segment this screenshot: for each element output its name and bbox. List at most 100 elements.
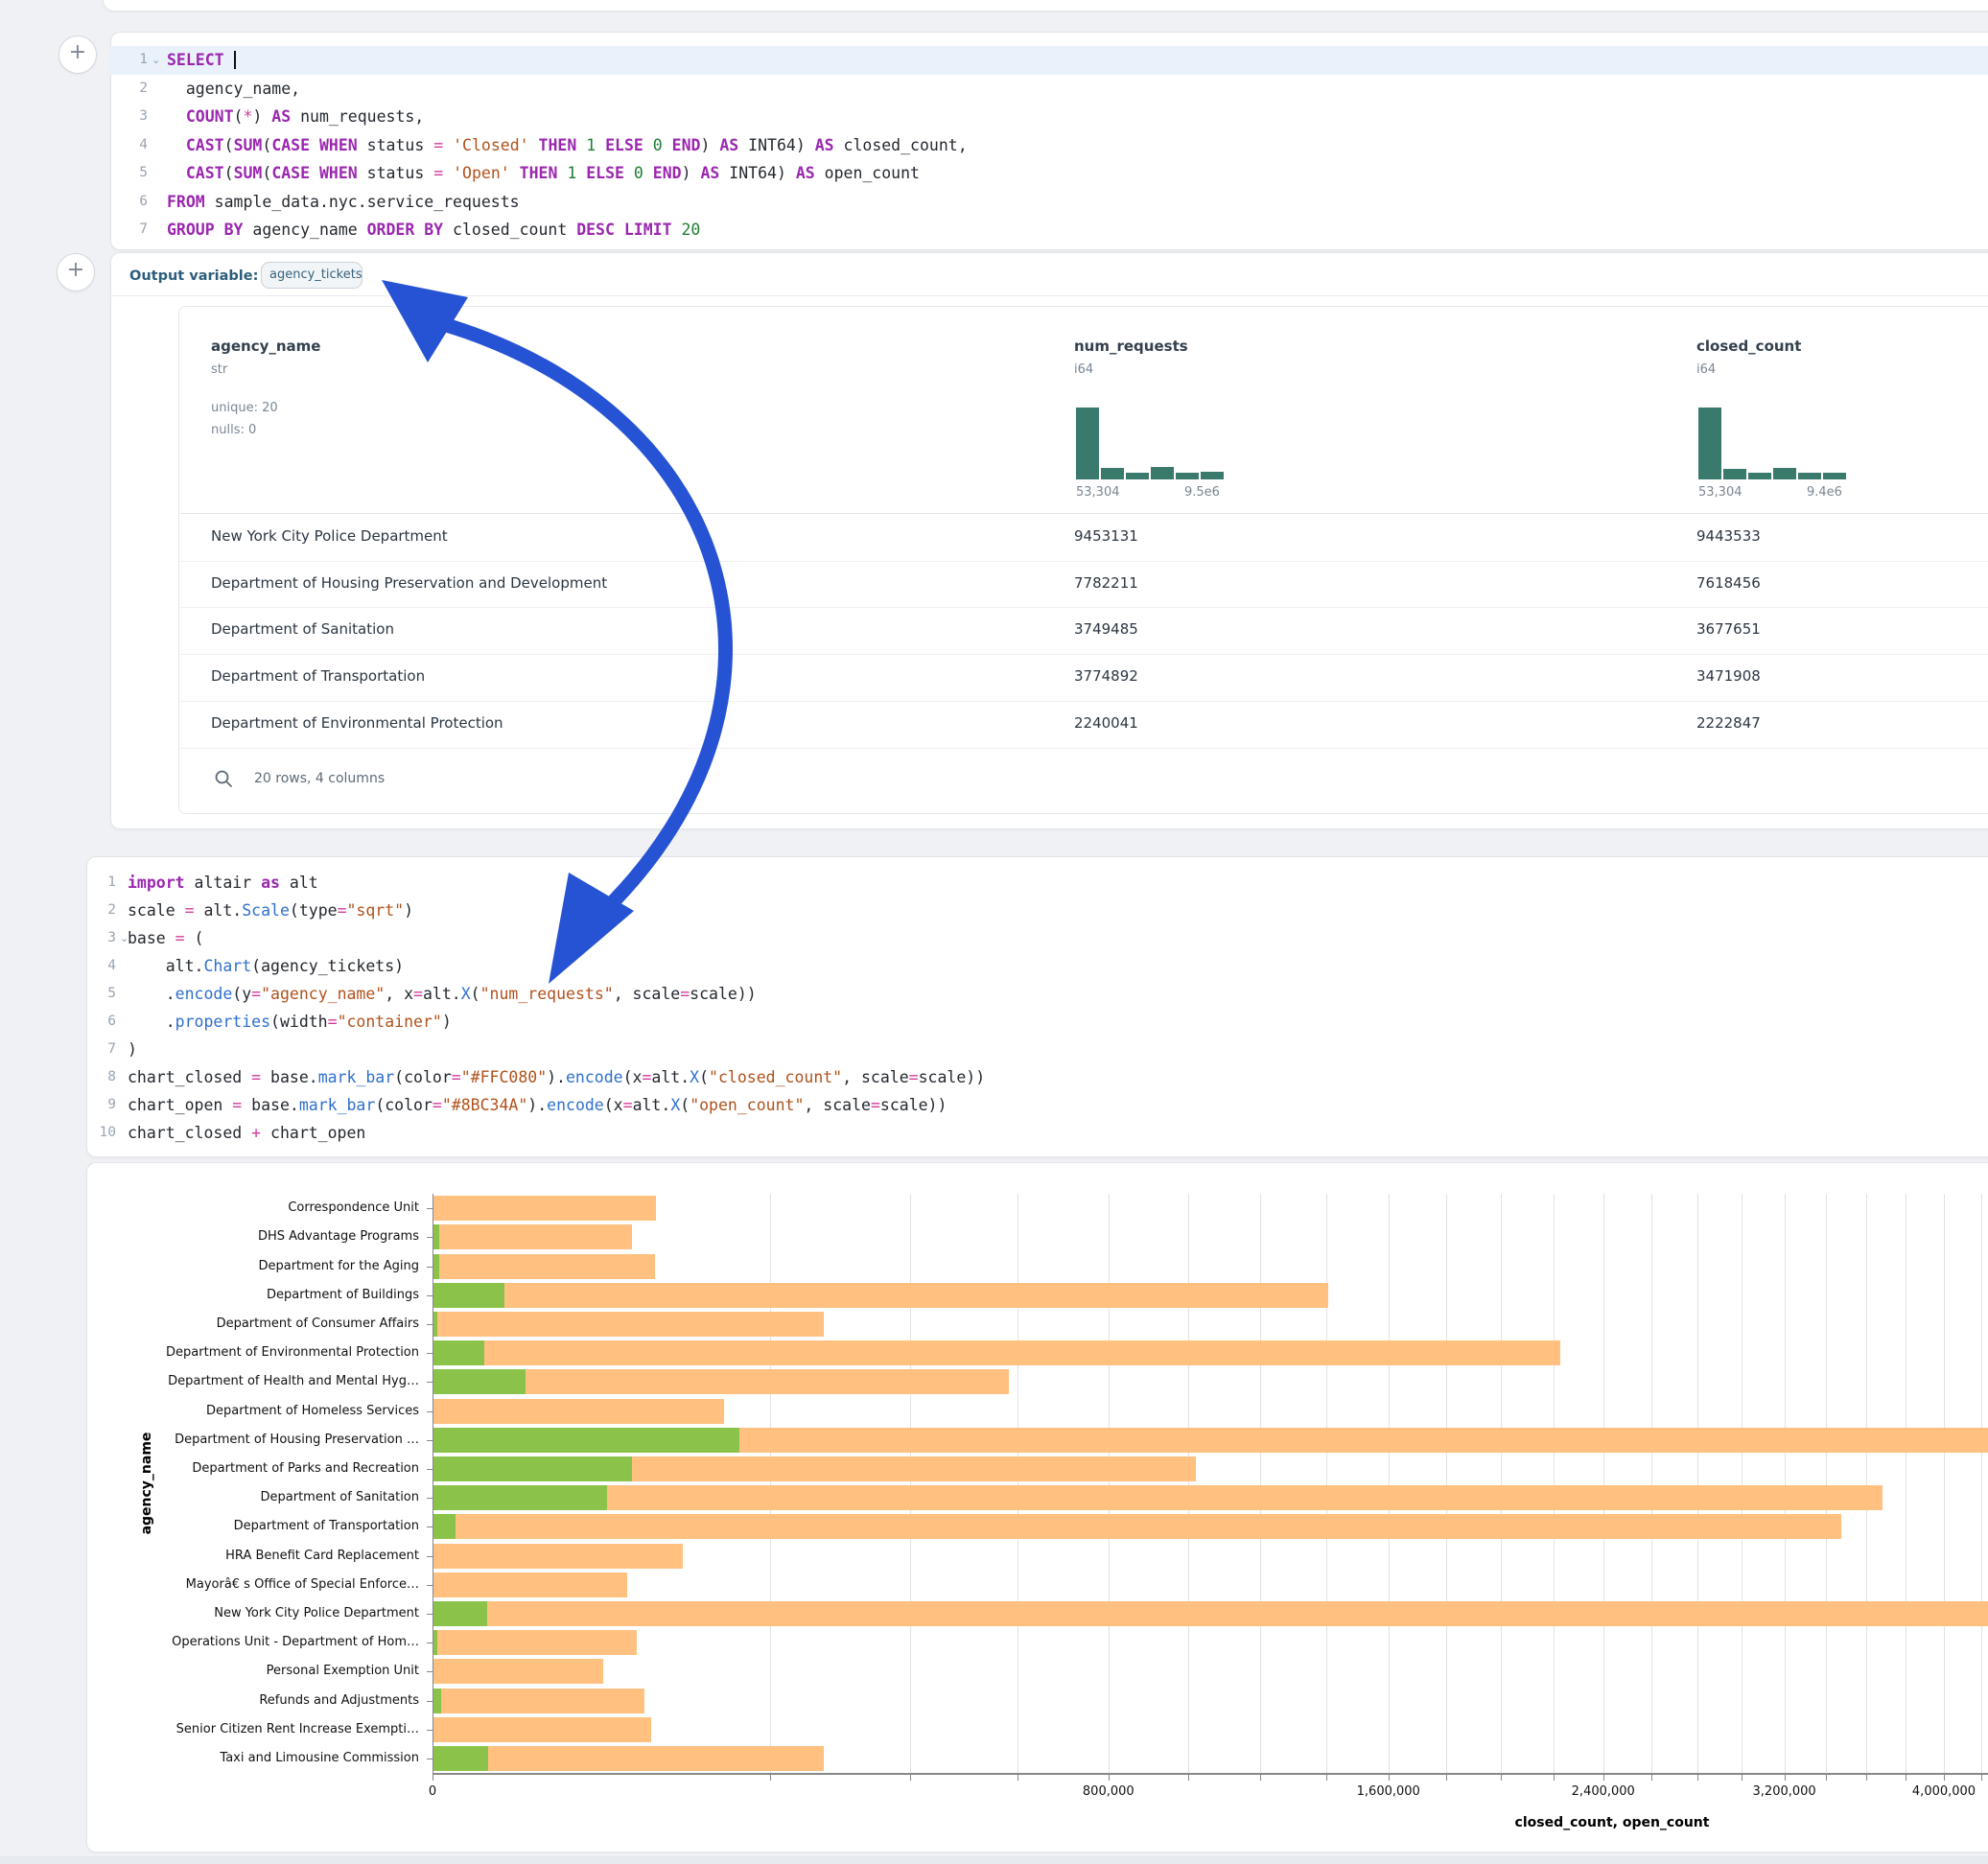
code-line: chart_closed = base.mark_bar(color="#FFC… [128, 1063, 1988, 1092]
x-tick [1866, 1775, 1867, 1781]
x-tick [1554, 1775, 1555, 1781]
y-axis-label: Department of Sanitation [261, 1490, 420, 1504]
add-cell-button-output[interactable]: + [57, 253, 95, 291]
y-tick [427, 1526, 433, 1527]
row-divider [180, 607, 1988, 608]
line-number: 5 [93, 980, 116, 1009]
code-line: FROM sample_data.nyc.service_requests [167, 188, 1988, 217]
column-meta: unique: 20 [211, 401, 278, 415]
y-axis-label: Refunds and Adjustments [259, 1693, 419, 1708]
bar-open-count [433, 1630, 437, 1655]
y-axis-label: Department of Buildings [267, 1288, 419, 1302]
code-line: GROUP BY agency_name ORDER BY closed_cou… [167, 216, 1988, 245]
python-cell[interactable]: 1import altair as alt2scale = alt.Scale(… [86, 856, 1988, 1157]
x-tick [1017, 1775, 1018, 1781]
bar-open-count [433, 1369, 526, 1394]
sql-editor[interactable]: 1⌄SELECT 2 agency_name,3 COUNT(*) AS num… [111, 44, 1988, 245]
y-tick [427, 1614, 433, 1615]
table-cell: 3471908 [1696, 667, 1761, 685]
histogram-bar [1126, 473, 1149, 479]
x-tick-label: 0 [429, 1784, 436, 1799]
code-line: chart_closed + chart_open [128, 1119, 1988, 1148]
gridline [1826, 1194, 1827, 1773]
y-tick [427, 1295, 433, 1296]
x-tick [1944, 1775, 1945, 1781]
histogram-bar [1723, 469, 1746, 479]
x-tick [1260, 1775, 1261, 1781]
y-axis-label: Department of Transportation [234, 1519, 419, 1533]
altair-chart[interactable]: Correspondence UnitDHS Advantage Program… [87, 1163, 1988, 1852]
column-header[interactable]: num_requests [1074, 338, 1188, 355]
y-axis-label: Department of Homeless Services [206, 1404, 419, 1418]
bar-closed-count [433, 1399, 724, 1424]
table-cell: 2222847 [1696, 714, 1761, 732]
gridline [1866, 1194, 1867, 1773]
x-axis-line [433, 1773, 1988, 1775]
y-tick [427, 1469, 433, 1470]
next-cell-edge [0, 1856, 1988, 1864]
row-divider [180, 748, 1988, 749]
text-cursor [234, 51, 236, 69]
code-line: SELECT [167, 46, 1988, 75]
row-divider [180, 701, 1988, 702]
gridline [1603, 1194, 1604, 1773]
gridline [1017, 1194, 1018, 1773]
gridline [1981, 1194, 1982, 1773]
histogram-bar [1176, 473, 1199, 479]
gridline [1501, 1194, 1502, 1773]
bar-closed-count [433, 1196, 656, 1221]
x-tick [1446, 1775, 1447, 1781]
histogram-bar [1748, 473, 1771, 479]
y-axis-label: Mayorâ€ s Office of Special Enforce… [186, 1577, 419, 1592]
column-type: i64 [1074, 362, 1093, 377]
histogram-bar [1698, 408, 1721, 479]
bar-closed-count [433, 1746, 824, 1771]
output-bar-divider [111, 295, 1988, 296]
x-tick [1651, 1775, 1652, 1781]
x-tick [1109, 1775, 1110, 1781]
histogram-bar [1076, 408, 1099, 479]
table-cell: 7782211 [1074, 574, 1138, 592]
hist-max-label: 9.5e6 [1184, 485, 1220, 500]
code-line: scale = alt.Scale(type="sqrt") [128, 897, 1988, 925]
x-tick [770, 1775, 771, 1781]
y-axis-label: Department of Housing Preservation … [175, 1433, 419, 1447]
row-divider [180, 654, 1988, 655]
line-number: 7 [93, 1036, 116, 1064]
table-search-icon[interactable] [214, 769, 233, 788]
gridline [910, 1194, 911, 1773]
gridline [770, 1194, 771, 1773]
gridline [1109, 1194, 1110, 1773]
sql-cell[interactable]: 1⌄SELECT 2 agency_name,3 COUNT(*) AS num… [110, 32, 1988, 250]
result-table[interactable]: agency_namestrunique: 20nulls: 0num_requ… [178, 306, 1988, 814]
column-header[interactable]: agency_name [211, 338, 321, 355]
fold-caret-icon[interactable]: ⌄ [152, 46, 160, 75]
python-editor[interactable]: 1import altair as alt2scale = alt.Scale(… [87, 867, 1988, 1151]
table-cell: Department of Transportation [211, 667, 425, 685]
bar-open-count [433, 1312, 437, 1337]
add-cell-button-top[interactable]: + [58, 35, 97, 74]
x-tick-label: 4,000,000 [1912, 1784, 1976, 1799]
code-line: ) [128, 1036, 1988, 1064]
bar-closed-count [433, 1254, 655, 1279]
output-variable-pill[interactable]: agency_tickets [261, 262, 363, 289]
code-line: import altair as alt [128, 869, 1988, 897]
y-axis-title: agency_name [139, 1433, 154, 1535]
table-cell: 9443533 [1696, 527, 1761, 545]
y-axis-label: Correspondence Unit [288, 1200, 419, 1215]
bar-closed-count [433, 1224, 632, 1249]
line-number: 6 [93, 1008, 116, 1037]
y-axis-label: Department of Health and Mental Hyg… [168, 1374, 419, 1388]
table-cell: 3677651 [1696, 620, 1761, 638]
bar-closed-count [433, 1485, 1883, 1510]
line-number: 3 [119, 103, 148, 131]
table-row-count: 20 rows, 4 columns [254, 771, 385, 786]
bar-open-count [433, 1254, 439, 1279]
x-tick-label: 3,200,000 [1753, 1784, 1816, 1799]
code-line: CAST(SUM(CASE WHEN status = 'Open' THEN … [167, 159, 1988, 188]
previous-cell-edge [103, 0, 1988, 12]
line-number: 8 [93, 1063, 116, 1092]
bar-open-count [433, 1456, 632, 1481]
column-header[interactable]: closed_count [1696, 338, 1801, 355]
x-tick [1389, 1775, 1390, 1781]
